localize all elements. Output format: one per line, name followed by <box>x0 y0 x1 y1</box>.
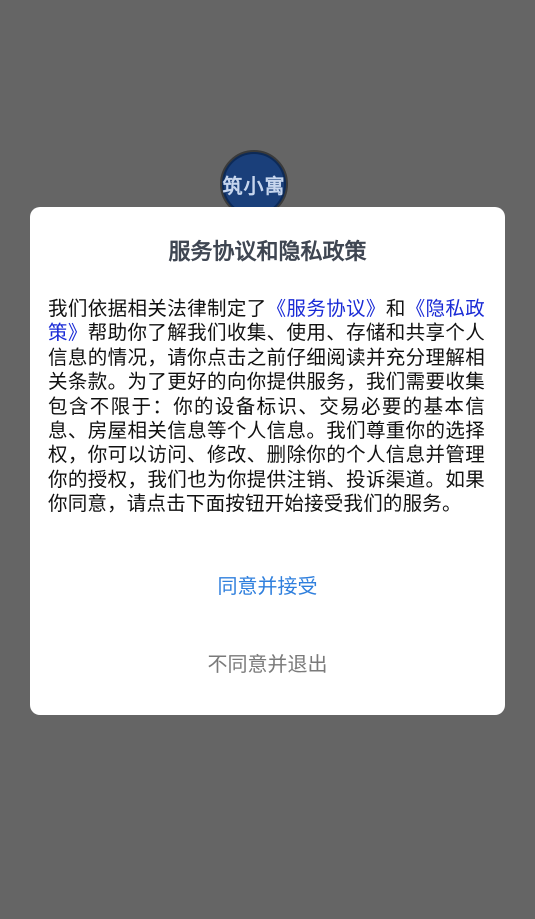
decline-button[interactable]: 不同意并退出 <box>30 650 505 680</box>
dialog-body: 我们依据相关法律制定了《服务协议》和《隐私政策》帮助你了解我们收集、使用、存储和… <box>48 297 485 517</box>
app-logo-text: 筑小寓 <box>223 154 285 214</box>
body-text-main: 帮助你了解我们收集、使用、存储和共享个人信息的情况，请你点击之前仔细阅读并充分理… <box>48 321 485 516</box>
body-text-intro: 我们依据相关法律制定了 <box>48 297 267 320</box>
dialog-title: 服务协议和隐私政策 <box>168 240 367 265</box>
accept-button[interactable]: 同意并接受 <box>30 572 505 602</box>
body-text-and: 和 <box>385 297 406 320</box>
service-agreement-link[interactable]: 《服务协议》 <box>267 297 386 320</box>
privacy-dialog: 服务协议和隐私政策 我们依据相关法律制定了《服务协议》和《隐私政策》帮助你了解我… <box>30 207 505 715</box>
